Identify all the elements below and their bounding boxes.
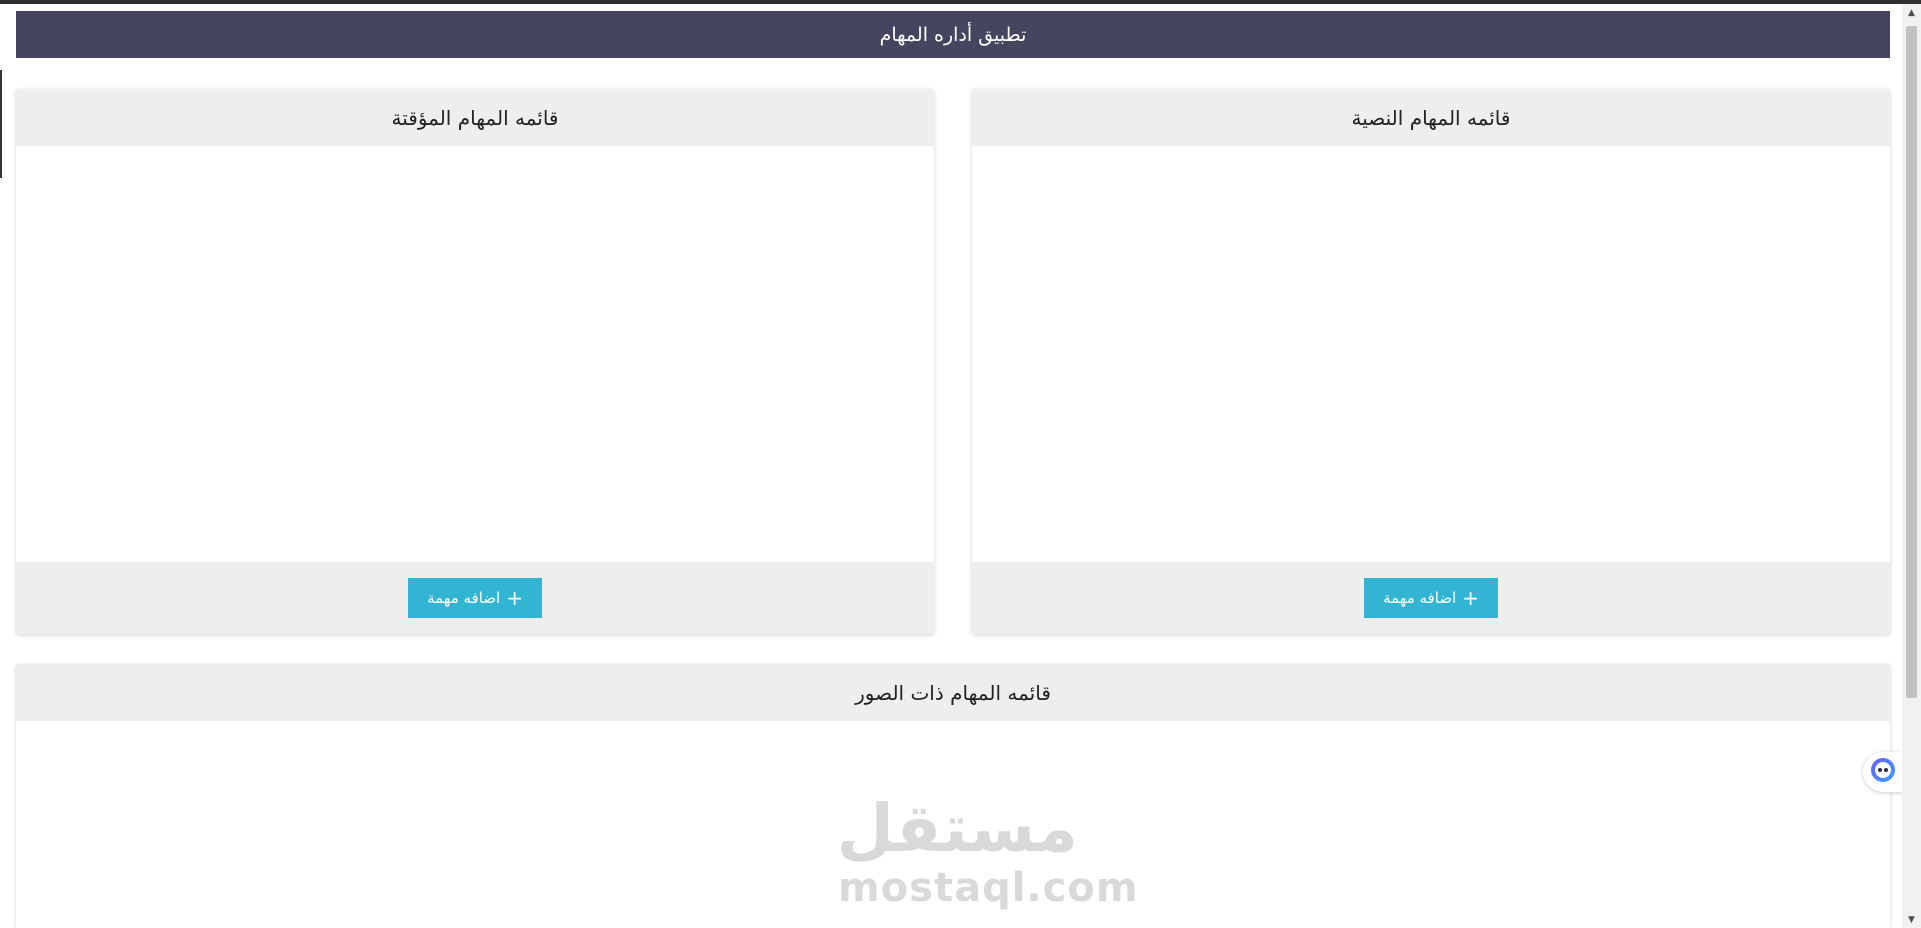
page-scrollbar[interactable]: ▲ ▼ xyxy=(1902,4,1921,928)
text-tasks-card: قائمه المهام النصية + اضافه مهمة xyxy=(972,89,1890,634)
timed-tasks-footer: + اضافه مهمة xyxy=(16,562,934,634)
image-tasks-card: قائمه المهام ذات الصور xyxy=(16,664,1890,928)
text-tasks-header: قائمه المهام النصية xyxy=(972,89,1890,146)
timed-tasks-list xyxy=(16,146,934,562)
plus-icon: + xyxy=(506,586,523,610)
timed-tasks-header: قائمه المهام المؤقتة xyxy=(16,89,934,146)
app-title: تطبيق أداره المهام xyxy=(879,23,1027,46)
scroll-up-icon[interactable]: ▲ xyxy=(1902,4,1921,21)
add-timed-task-button[interactable]: + اضافه مهمة xyxy=(408,578,542,618)
add-timed-task-label: اضافه مهمة xyxy=(427,589,501,607)
text-tasks-footer: + اضافه مهمة xyxy=(972,562,1890,634)
assistant-launcher[interactable] xyxy=(1863,752,1903,792)
app-header: تطبيق أداره المهام xyxy=(16,11,1890,58)
assistant-bot-icon xyxy=(1870,757,1896,787)
image-tasks-header: قائمه المهام ذات الصور xyxy=(16,664,1890,721)
image-tasks-list xyxy=(16,721,1890,928)
text-tasks-list xyxy=(972,146,1890,562)
image-tasks-title: قائمه المهام ذات الصور xyxy=(855,680,1051,705)
text-tasks-title: قائمه المهام النصية xyxy=(1351,105,1511,130)
add-text-task-label: اضافه مهمة xyxy=(1383,589,1457,607)
timed-tasks-card: قائمه المهام المؤقتة + اضافه مهمة xyxy=(16,89,934,634)
left-edge-marker xyxy=(0,70,2,178)
timed-tasks-title: قائمه المهام المؤقتة xyxy=(391,105,559,130)
plus-icon: + xyxy=(1462,586,1479,610)
add-text-task-button[interactable]: + اضافه مهمة xyxy=(1364,578,1498,618)
scroll-thumb[interactable] xyxy=(1906,26,1917,698)
window-top-border xyxy=(0,0,1921,4)
scroll-down-icon[interactable]: ▼ xyxy=(1902,911,1921,928)
